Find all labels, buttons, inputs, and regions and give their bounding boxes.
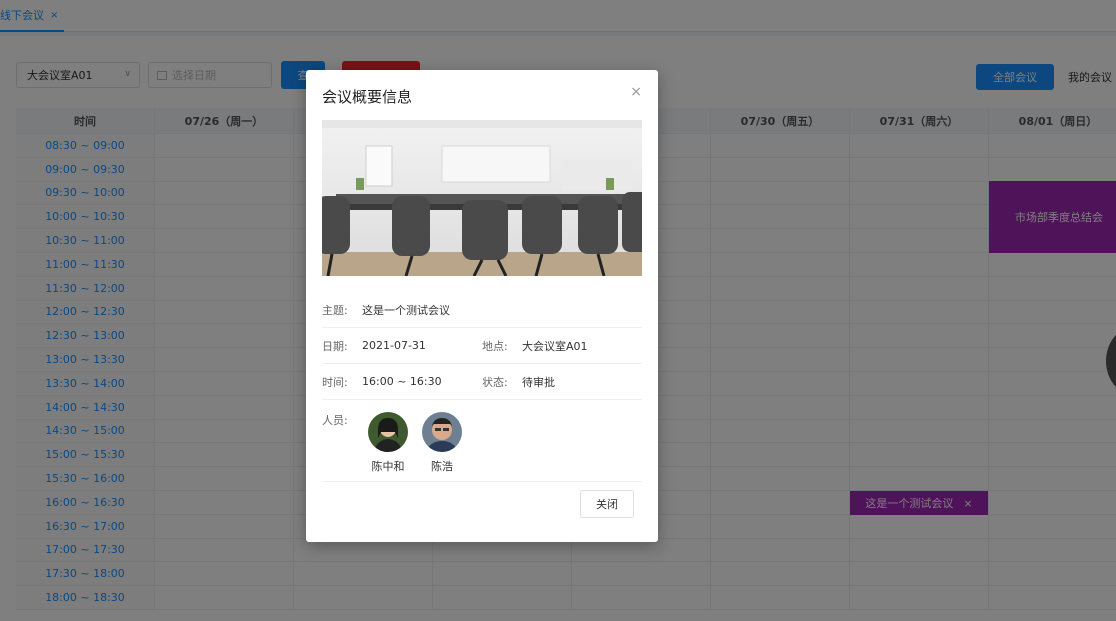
attendee[interactable]: 陈中和 (360, 412, 416, 474)
attendees-section: 人员: 陈中和 陈浩 (322, 406, 642, 482)
location-label: 地点: (482, 340, 508, 353)
attendee-name: 陈中和 (371, 460, 405, 473)
close-button[interactable]: 关闭 (580, 490, 634, 518)
date-label: 日期: (322, 339, 348, 353)
close-icon[interactable]: × (630, 84, 642, 100)
status-field: 状态: 待审批 (482, 364, 555, 400)
close-button-label: 关闭 (596, 498, 618, 511)
time-status-row: 时间: 16:00 ~ 16:30 状态: 待审批 (322, 364, 642, 400)
subject-row: 主题: 这是一个测试会议 (322, 292, 642, 328)
avatar (368, 412, 408, 452)
location-field: 地点: 大会议室A01 (482, 328, 588, 364)
time-value: 16:00 ~ 16:30 (362, 375, 442, 388)
date-value: 2021-07-31 (362, 339, 426, 352)
attendee-name: 陈浩 (431, 460, 453, 473)
avatar (422, 412, 462, 452)
status-label: 状态: (482, 376, 508, 389)
people-label: 人员: (322, 414, 348, 427)
meeting-room-photo (322, 120, 642, 276)
meeting-summary-dialog: 会议概要信息 × 主题: 这是一个测试会议 日期: 2021-07-31 地点:… (306, 70, 658, 542)
location-value: 大会议室A01 (522, 340, 588, 353)
date-location-row: 日期: 2021-07-31 地点: 大会议室A01 (322, 328, 642, 364)
attendee[interactable]: 陈浩 (414, 412, 470, 474)
status-value: 待审批 (522, 376, 555, 389)
time-label: 时间: (322, 375, 348, 389)
dialog-title: 会议概要信息 (322, 88, 413, 106)
subject-label: 主题: (322, 303, 348, 317)
subject-value: 这是一个测试会议 (362, 303, 450, 317)
